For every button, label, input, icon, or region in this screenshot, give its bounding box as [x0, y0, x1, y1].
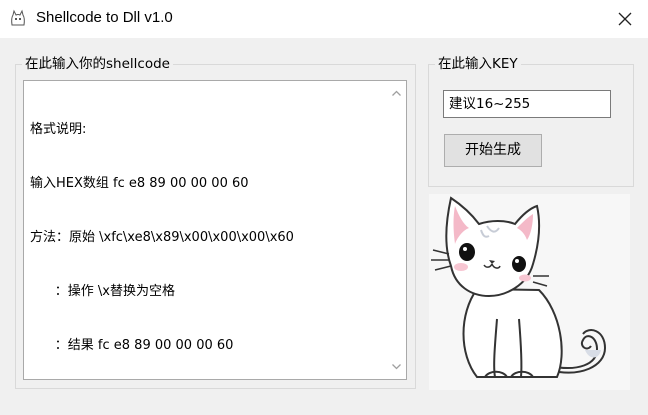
- key-group: 在此输入KEY: [428, 55, 634, 187]
- memo-line: 方法：原始 \xfc\xe8\x89\x00\x00\x00\x60: [30, 230, 294, 245]
- vertical-scrollbar[interactable]: [387, 81, 406, 379]
- memo-line: 格式说明:: [30, 122, 87, 137]
- cat-illustration: [431, 196, 607, 378]
- generate-button[interactable]: 开始生成: [444, 134, 542, 167]
- key-group-label: 在此输入KEY: [435, 55, 521, 73]
- illustration-panel: [429, 194, 630, 390]
- title-bar: Shellcode to Dll v1.0: [0, 0, 648, 38]
- memo-line: ：操作 \x替换为空格: [30, 284, 175, 299]
- scroll-up-icon[interactable]: [391, 88, 402, 99]
- cat-app-icon: [11, 9, 25, 26]
- scroll-down-icon[interactable]: [391, 361, 402, 372]
- shellcode-textarea[interactable]: 格式说明: 输入HEX数组 fc e8 89 00 00 00 60 方法：原始…: [23, 80, 407, 380]
- key-input[interactable]: 建议16~255: [443, 90, 611, 118]
- shellcode-group-label: 在此输入你的shellcode: [22, 55, 173, 73]
- memo-line: ：结果 fc e8 89 00 00 00 60: [30, 338, 234, 353]
- shellcode-text: 格式说明: 输入HEX数组 fc e8 89 00 00 00 60 方法：原始…: [30, 85, 385, 391]
- window-title: Shellcode to Dll v1.0: [36, 9, 173, 26]
- close-button[interactable]: [602, 0, 648, 38]
- memo-line: 输入HEX数组 fc e8 89 00 00 00 60: [30, 176, 249, 191]
- close-icon: [618, 12, 632, 26]
